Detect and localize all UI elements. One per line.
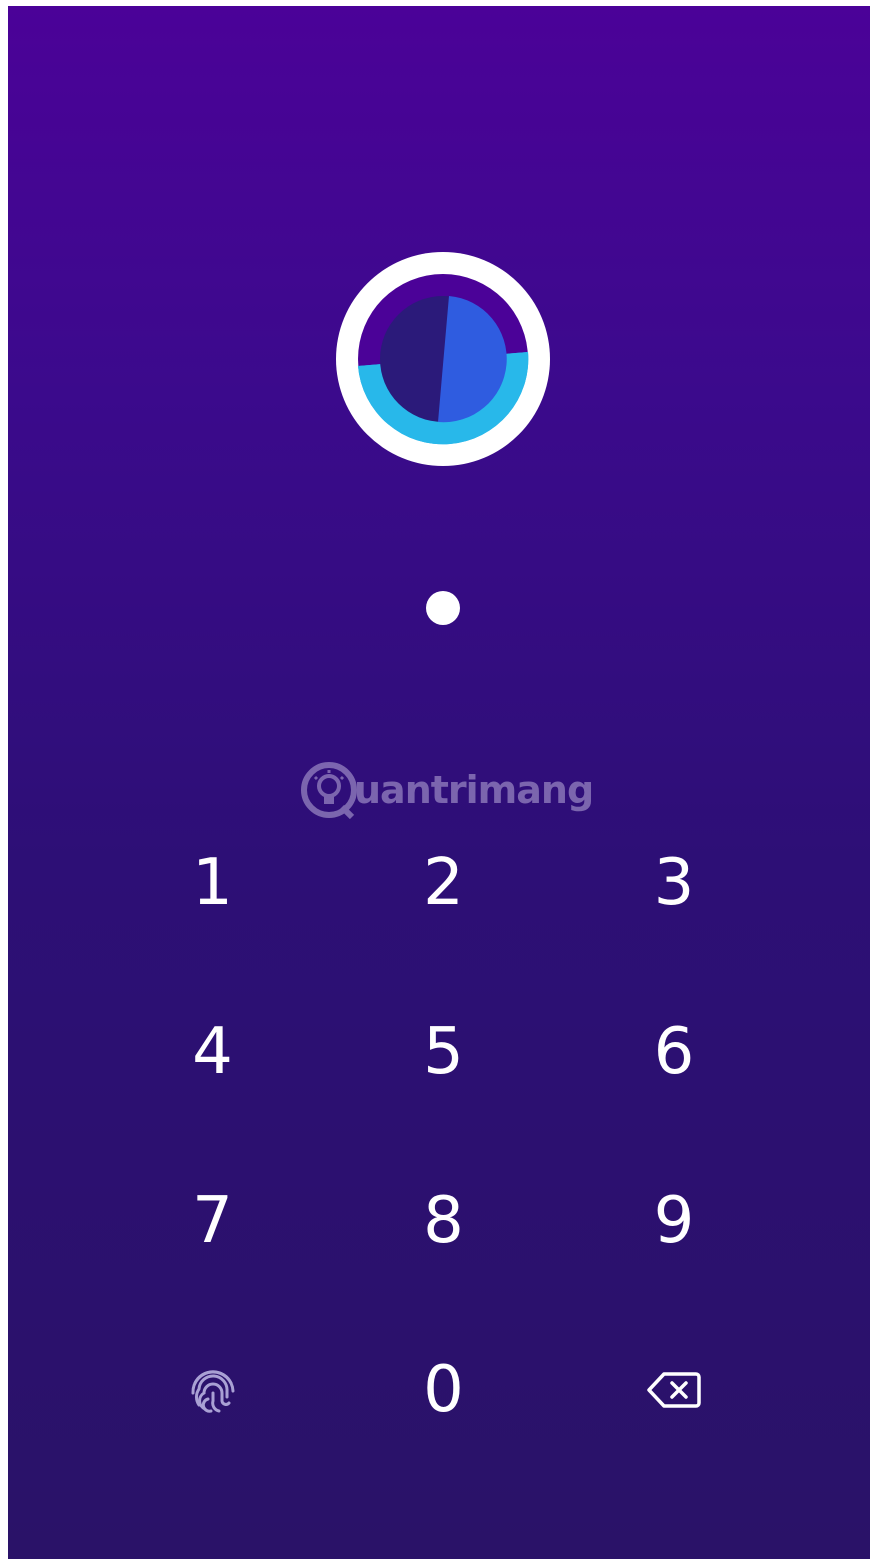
key-1[interactable]: 1 [97,798,328,967]
key-3[interactable]: 3 [559,798,789,967]
pin-entered-dot [426,591,460,625]
key-9[interactable]: 9 [559,1136,789,1305]
key-7[interactable]: 7 [97,1136,328,1305]
app-logo-icon [336,252,550,466]
pin-keypad: 1 2 3 4 5 6 7 8 9 0 [97,798,789,1474]
backspace-icon [646,1370,702,1410]
key-4[interactable]: 4 [97,967,328,1136]
backspace-button[interactable] [559,1305,789,1474]
key-0[interactable]: 0 [328,1305,559,1474]
key-8[interactable]: 8 [328,1136,559,1305]
key-2[interactable]: 2 [328,798,559,967]
key-5[interactable]: 5 [328,967,559,1136]
lock-screen: uantrimang 1 2 3 4 5 6 7 8 9 0 [8,6,870,1559]
fingerprint-icon [189,1365,237,1415]
fingerprint-button[interactable] [97,1305,328,1474]
key-6[interactable]: 6 [559,967,789,1136]
